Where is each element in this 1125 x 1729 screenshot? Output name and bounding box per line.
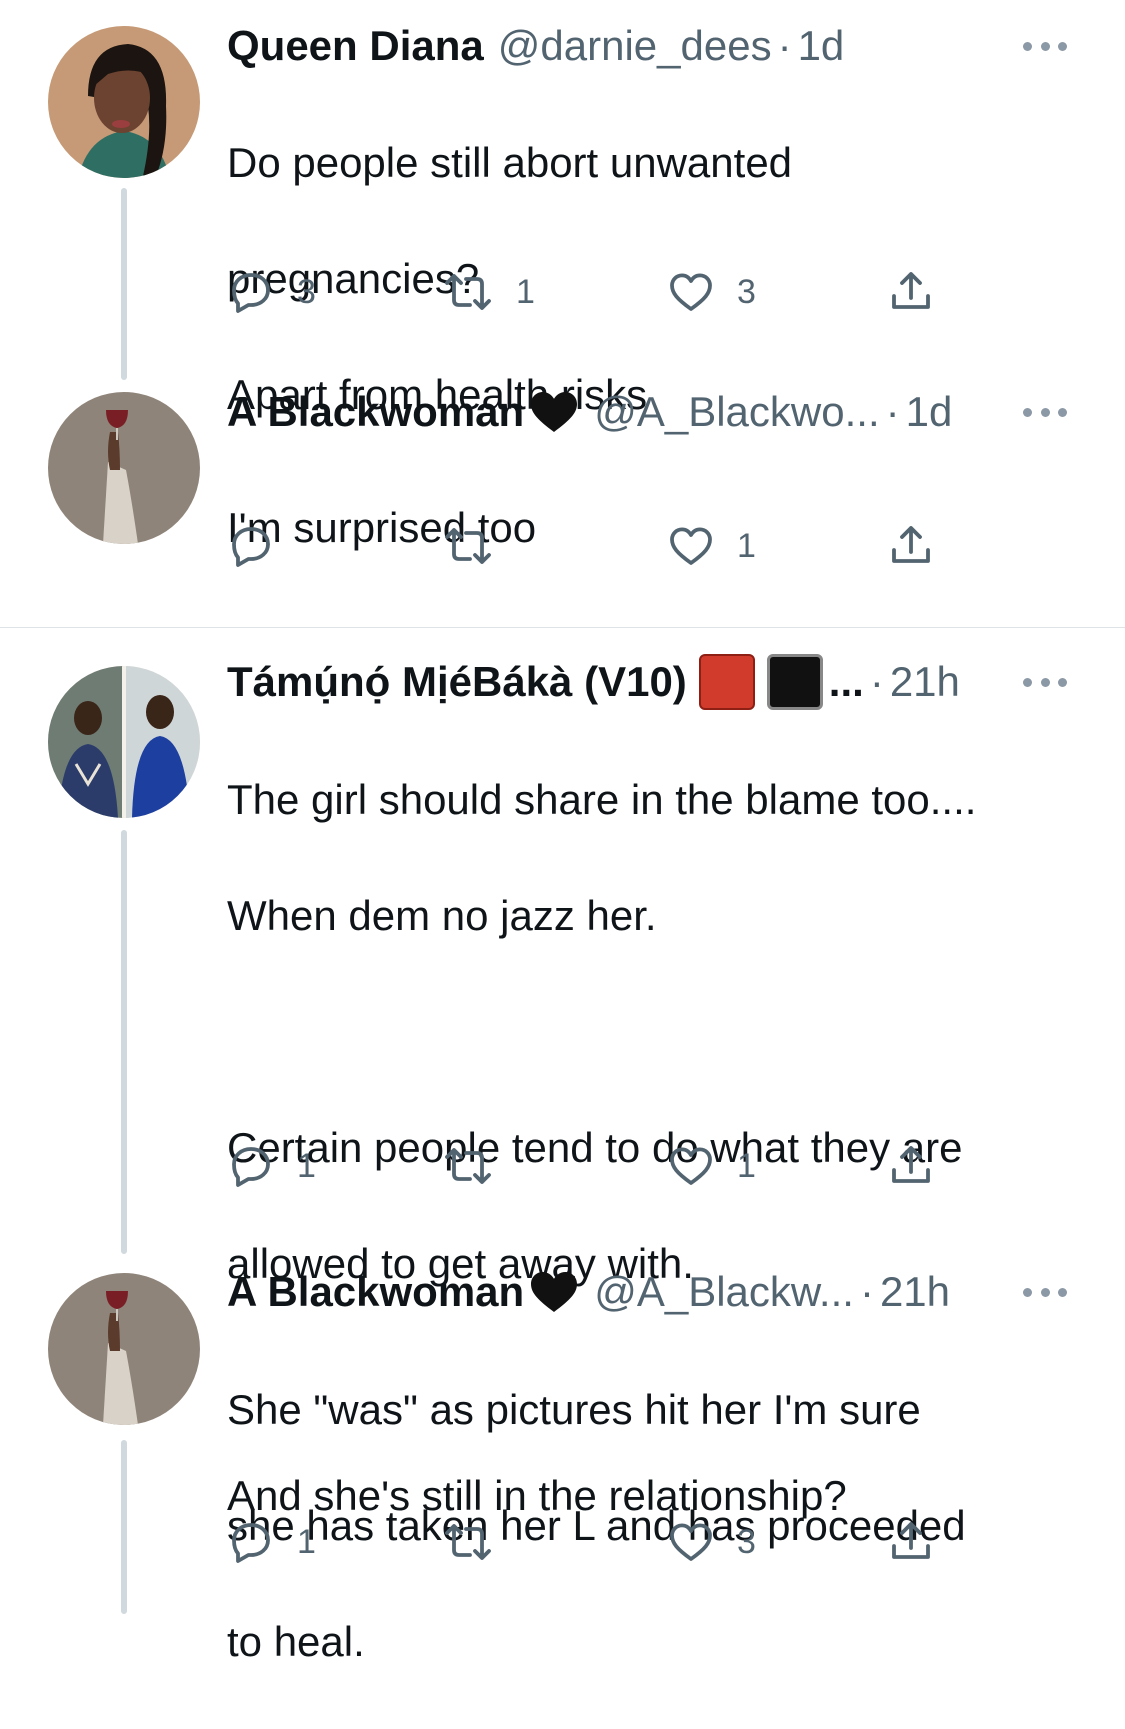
like-count: 3 (737, 272, 756, 311)
display-name[interactable]: A Blackwoman (227, 1262, 524, 1322)
reply-count: 1 (297, 1146, 316, 1185)
retweet-icon (445, 1524, 491, 1560)
display-name[interactable]: A Blackwoman (227, 382, 524, 442)
share-icon (892, 1522, 930, 1559)
avatar-photo (48, 1273, 200, 1425)
retweet-icon (445, 1148, 491, 1184)
retweet-button[interactable] (442, 518, 516, 574)
username[interactable]: @A_Blackw... (594, 1262, 854, 1322)
reply-icon (232, 1523, 270, 1563)
name-truncation: ... (828, 658, 864, 705)
more-options-icon[interactable] (1023, 406, 1067, 418)
like-count: 3 (737, 1522, 756, 1561)
tweet-line (227, 1003, 1057, 1061)
retweet-button[interactable]: 1 (442, 264, 535, 320)
more-options-icon[interactable] (1023, 676, 1067, 688)
reply-button[interactable]: 1 (227, 1514, 316, 1570)
display-name[interactable]: Támụ́nọ́ MịéBákà (V10) (227, 652, 687, 712)
reply-count: 3 (297, 272, 316, 311)
timestamp[interactable]: 21h (880, 1262, 950, 1322)
black-heart-icon (531, 392, 578, 432)
display-name[interactable]: Queen Diana (227, 16, 484, 76)
avatar-a-blackwoman[interactable] (48, 392, 200, 544)
tweet-actions: 3 1 3 (227, 264, 947, 320)
avatar-tamuno-miebaka[interactable] (48, 666, 200, 818)
tweet-line: Do people still abort unwanted (227, 139, 793, 186)
reply-icon (232, 527, 270, 567)
tweet-header: A Blackwoman @A_Blackwo... · 1d (227, 382, 1065, 442)
timestamp[interactable]: 1d (798, 16, 845, 76)
avatar-queen-diana[interactable] (48, 26, 200, 178)
tweet-line: She "was" as pictures hit her I'm sure (227, 1386, 921, 1433)
avatar-a-blackwoman[interactable] (48, 1273, 200, 1425)
like-button[interactable]: 1 (667, 518, 756, 574)
retweet-icon (445, 274, 491, 310)
heart-icon (670, 273, 712, 311)
share-button[interactable] (887, 264, 935, 320)
share-button[interactable] (887, 1514, 935, 1570)
tweet-header: Támụ́nọ́ MịéBákà (V10) ... · 21h (227, 652, 1065, 712)
red-square-icon (698, 654, 755, 710)
retweet-count: 1 (516, 272, 535, 311)
reply-icon (232, 273, 270, 313)
tweet-header: A Blackwoman @A_Blackw... · 21h (227, 1262, 1065, 1322)
thread-line (121, 1440, 127, 1614)
thread-line (121, 188, 127, 380)
avatar-photo (48, 666, 200, 818)
heart-icon (670, 1147, 712, 1185)
like-count: 1 (737, 1146, 756, 1185)
reply-button[interactable]: 1 (227, 1138, 316, 1194)
tweet-actions: 1 1 (227, 1138, 947, 1194)
reply-button[interactable]: 3 (227, 264, 316, 320)
tweet-line: When dem no jazz her. (227, 892, 657, 939)
heart-icon (670, 1523, 712, 1561)
thread-line (121, 830, 127, 1254)
black-square-icon (766, 654, 823, 710)
separator-dot: · (777, 22, 792, 69)
separator-dot: · (885, 388, 900, 435)
share-icon (892, 1146, 930, 1183)
tweet-actions: 1 (227, 518, 947, 574)
avatar-photo (48, 26, 200, 178)
tweet-header: Queen Diana @darnie_dees · 1d (227, 16, 1065, 76)
tweet-divider (0, 627, 1125, 628)
separator-dot: · (859, 1268, 874, 1315)
timestamp[interactable]: 1d (906, 382, 953, 442)
like-button[interactable]: 1 (667, 1138, 756, 1194)
more-options-icon[interactable] (1023, 40, 1067, 52)
timestamp[interactable]: 21h (890, 652, 960, 712)
retweet-button[interactable] (442, 1514, 516, 1570)
username[interactable]: @darnie_dees (498, 16, 772, 76)
share-icon (892, 526, 930, 563)
more-options-icon[interactable] (1023, 1286, 1067, 1298)
avatar-photo (48, 392, 200, 544)
like-button[interactable]: 3 (667, 1514, 756, 1570)
share-icon (892, 272, 930, 309)
black-heart-icon (531, 1272, 578, 1312)
share-button[interactable] (887, 1138, 935, 1194)
retweet-icon (445, 528, 491, 564)
like-button[interactable]: 3 (667, 264, 756, 320)
reply-count: 1 (297, 1522, 316, 1561)
separator-dot: · (869, 658, 884, 705)
tweet-line: The girl should share in the blame too..… (227, 776, 977, 823)
tweet-line: to heal. (227, 1618, 365, 1665)
username[interactable]: @A_Blackwo... (594, 382, 879, 442)
heart-icon (670, 527, 712, 565)
reply-button[interactable] (227, 518, 297, 574)
retweet-button[interactable] (442, 1138, 516, 1194)
share-button[interactable] (887, 518, 935, 574)
reply-icon (232, 1147, 270, 1187)
like-count: 1 (737, 526, 756, 565)
tweet-actions: 1 3 (227, 1514, 947, 1570)
